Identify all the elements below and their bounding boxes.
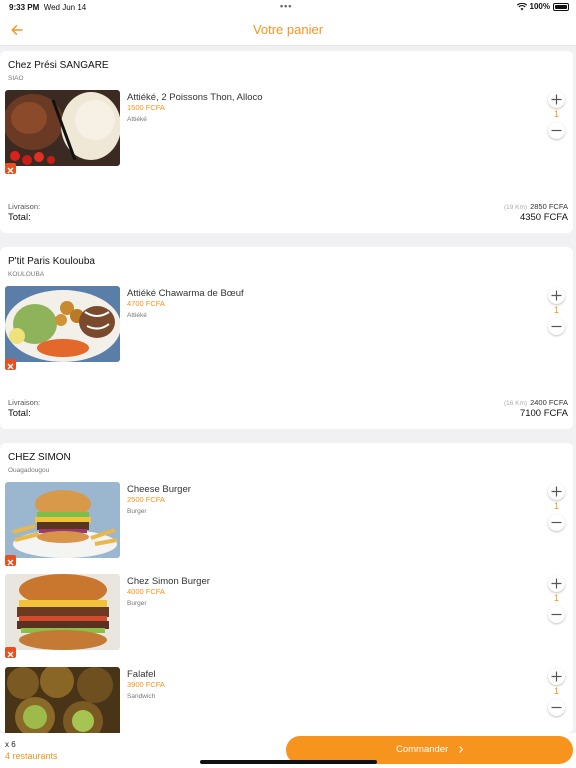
item-category: Attiéké bbox=[127, 312, 147, 319]
nav-bar: Votre panier bbox=[0, 14, 576, 46]
quantity-value: 1 bbox=[553, 686, 559, 696]
remove-item-button[interactable] bbox=[5, 647, 16, 658]
remove-item-button[interactable] bbox=[5, 555, 16, 566]
multitask-dots: ••• bbox=[280, 1, 293, 11]
increase-quantity-button[interactable] bbox=[548, 483, 565, 500]
item-price: 1500 FCFA bbox=[127, 103, 165, 112]
restaurant-name: P'tit Paris Koulouba bbox=[8, 256, 95, 267]
quantity-value: 1 bbox=[553, 305, 559, 315]
total-label: Total: bbox=[8, 212, 31, 223]
decrease-quantity-button[interactable] bbox=[548, 318, 565, 335]
item-category: Burger bbox=[127, 600, 147, 607]
item-name: Chez Simon Burger bbox=[127, 576, 210, 587]
total-value: 7100 FCFA bbox=[519, 408, 568, 419]
total-label: Total: bbox=[8, 408, 31, 419]
restaurant-name: CHEZ SIMON bbox=[8, 452, 71, 463]
item-name: Falafel bbox=[127, 669, 156, 680]
item-name: Attiéké, 2 Poissons Thon, Alloco bbox=[127, 92, 263, 103]
item-photo bbox=[5, 286, 120, 362]
item-price: 3900 FCFA bbox=[127, 680, 165, 689]
decrease-quantity-button[interactable] bbox=[548, 514, 565, 531]
status-bar: 9:33 PM Wed Jun 14 ••• 100% bbox=[0, 0, 576, 14]
item-count: x 6 bbox=[5, 740, 16, 749]
increase-quantity-button[interactable] bbox=[548, 575, 565, 592]
restaurant-card: P'tit Paris Koulouba KOULOUBA Attiéké Ch… bbox=[0, 247, 573, 429]
restaurant-card: CHEZ SIMON Ouagadougou Cheese Burger 250… bbox=[0, 443, 573, 733]
item-category: Attiéké bbox=[127, 116, 147, 123]
wifi-icon bbox=[516, 2, 527, 10]
decrease-quantity-button[interactable] bbox=[548, 699, 565, 716]
cart-item: Chez Simon Burger 4000 FCFA Burger 1 bbox=[0, 574, 573, 662]
item-photo bbox=[5, 667, 120, 733]
item-name: Cheese Burger bbox=[127, 484, 191, 495]
status-time: 9:33 PM Wed Jun 14 bbox=[9, 3, 87, 12]
decrease-quantity-button[interactable] bbox=[548, 122, 565, 139]
battery-percent: 100% bbox=[529, 2, 550, 11]
increase-quantity-button[interactable] bbox=[548, 668, 565, 685]
item-photo bbox=[5, 90, 120, 166]
increase-quantity-button[interactable] bbox=[548, 91, 565, 108]
home-indicator bbox=[200, 760, 377, 764]
increase-quantity-button[interactable] bbox=[548, 287, 565, 304]
delivery-label: Livraison: bbox=[8, 398, 41, 407]
cart-item: Attiéké Chawarma de Bœuf 4700 FCFA Attié… bbox=[0, 286, 573, 374]
restaurant-card: Chez Prési SANGARE SIAO Attiéké, 2 Poiss… bbox=[0, 51, 573, 233]
delivery-label: Livraison: bbox=[8, 202, 41, 211]
item-category: Sandwich bbox=[127, 693, 156, 700]
item-name: Attiéké Chawarma de Bœuf bbox=[127, 288, 244, 299]
delivery-fee: (16 Km) 2400 FCFA bbox=[503, 398, 568, 407]
item-photo bbox=[5, 574, 120, 650]
item-price: 4000 FCFA bbox=[127, 587, 165, 596]
delivery-distance: (16 Km) bbox=[503, 400, 528, 407]
item-price: 2500 FCFA bbox=[127, 495, 165, 504]
battery-icon bbox=[553, 2, 569, 11]
page-title: Votre panier bbox=[252, 22, 324, 37]
restaurant-location: KOULOUBA bbox=[8, 271, 45, 278]
quantity-value: 1 bbox=[553, 501, 559, 511]
restaurant-count: 4 restaurants bbox=[5, 751, 58, 761]
restaurant-location: SIAO bbox=[8, 75, 24, 82]
delivery-distance: (19 Km) bbox=[503, 204, 528, 211]
chevron-right-icon bbox=[459, 746, 464, 753]
total-value: 4350 FCFA bbox=[519, 212, 568, 223]
restaurant-location: Ouagadougou bbox=[8, 467, 50, 474]
restaurant-name: Chez Prési SANGARE bbox=[8, 60, 109, 71]
quantity-value: 1 bbox=[553, 593, 559, 603]
remove-item-button[interactable] bbox=[5, 359, 16, 370]
cart-item: Cheese Burger 2500 FCFA Burger 1 bbox=[0, 482, 573, 570]
decrease-quantity-button[interactable] bbox=[548, 606, 565, 623]
cart-item: Attiéké, 2 Poissons Thon, Alloco 1500 FC… bbox=[0, 90, 573, 178]
order-button-label: Commander bbox=[396, 744, 449, 755]
item-category: Burger bbox=[127, 508, 147, 515]
quantity-value: 1 bbox=[553, 109, 559, 119]
item-price: 4700 FCFA bbox=[127, 299, 165, 308]
item-photo bbox=[5, 482, 120, 558]
delivery-fee: (19 Km) 2850 FCFA bbox=[503, 202, 568, 211]
remove-item-button[interactable] bbox=[5, 163, 16, 174]
status-right: 100% bbox=[516, 2, 569, 11]
